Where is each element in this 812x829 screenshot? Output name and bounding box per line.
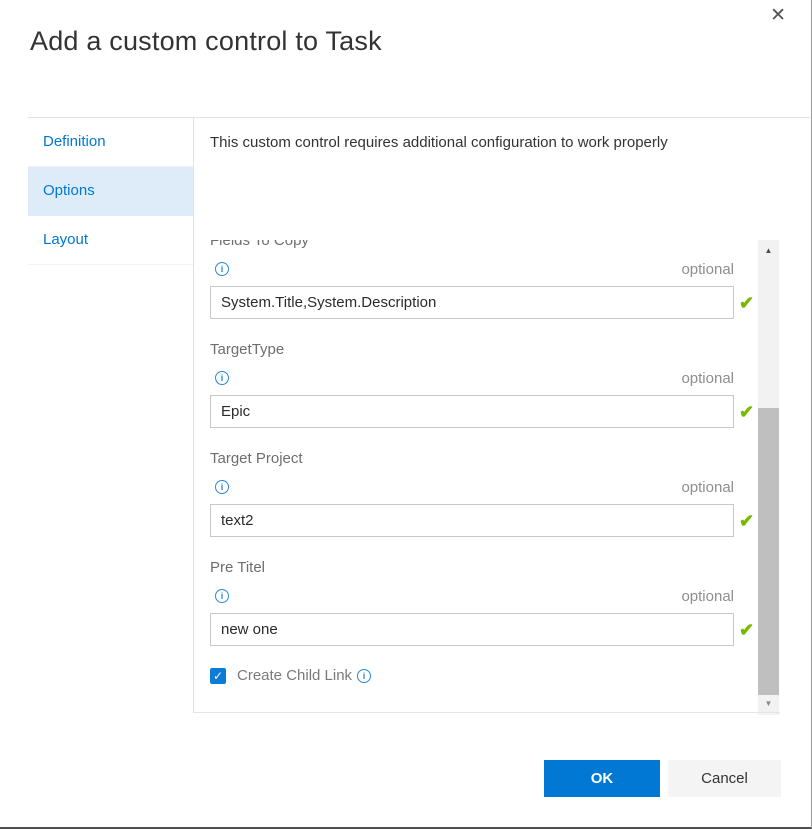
- field-label: Target Project: [210, 449, 756, 468]
- create-child-link-label: Create Child Link: [237, 667, 352, 684]
- optional-badge: optional: [681, 370, 734, 387]
- scrollbar-thumb[interactable]: [758, 408, 779, 695]
- valid-check-icon: ✔: [739, 621, 754, 639]
- field-label: TargetType: [210, 340, 756, 359]
- add-custom-control-dialog: Add a custom control to Task ✕ Definitio…: [0, 0, 812, 829]
- optional-badge: optional: [681, 588, 734, 605]
- valid-check-icon: ✔: [739, 512, 754, 530]
- info-icon[interactable]: i: [215, 262, 229, 276]
- info-icon[interactable]: i: [215, 589, 229, 603]
- info-icon[interactable]: i: [215, 480, 229, 494]
- field-target-project: Target Project i optional ✔: [210, 449, 756, 537]
- tab-options[interactable]: Options: [28, 167, 193, 216]
- create-child-link-checkbox[interactable]: ✓: [210, 668, 226, 684]
- info-icon[interactable]: i: [215, 371, 229, 385]
- scroll-up-icon[interactable]: ▲: [758, 243, 779, 259]
- field-label: Pre Titel: [210, 558, 756, 577]
- pre-titel-input[interactable]: [210, 613, 734, 646]
- valid-check-icon: ✔: [739, 403, 754, 421]
- ok-button[interactable]: OK: [544, 760, 660, 797]
- fields-to-copy-input[interactable]: [210, 286, 734, 319]
- vertical-scrollbar[interactable]: ▲ ▼: [758, 240, 779, 715]
- target-type-input[interactable]: [210, 395, 734, 428]
- valid-check-icon: ✔: [739, 294, 754, 312]
- optional-badge: optional: [681, 261, 734, 278]
- sidebar-divider: [193, 117, 194, 713]
- close-icon[interactable]: ✕: [770, 5, 786, 27]
- field-pre-titel: Pre Titel i optional ✔: [210, 558, 756, 646]
- dialog-title: Add a custom control to Task: [30, 26, 382, 57]
- tab-layout[interactable]: Layout: [28, 216, 193, 265]
- create-child-link-row: ✓ Create Child Link i: [210, 667, 756, 684]
- dialog-sidebar: Definition Options Layout: [28, 118, 193, 265]
- content-bottom-divider: [193, 712, 780, 713]
- field-fields-to-copy: Fields To Copy i optional ✔: [210, 240, 756, 319]
- options-form-scroll-area: Fields To Copy i optional ✔ TargetType i…: [210, 240, 756, 712]
- field-label: Fields To Copy: [210, 240, 756, 250]
- target-project-input[interactable]: [210, 504, 734, 537]
- config-description: This custom control requires additional …: [210, 134, 775, 151]
- tab-definition[interactable]: Definition: [28, 118, 193, 167]
- scroll-down-icon[interactable]: ▼: [758, 696, 779, 712]
- optional-badge: optional: [681, 479, 734, 496]
- cancel-button[interactable]: Cancel: [668, 760, 781, 797]
- info-icon[interactable]: i: [357, 669, 371, 683]
- field-target-type: TargetType i optional ✔: [210, 340, 756, 428]
